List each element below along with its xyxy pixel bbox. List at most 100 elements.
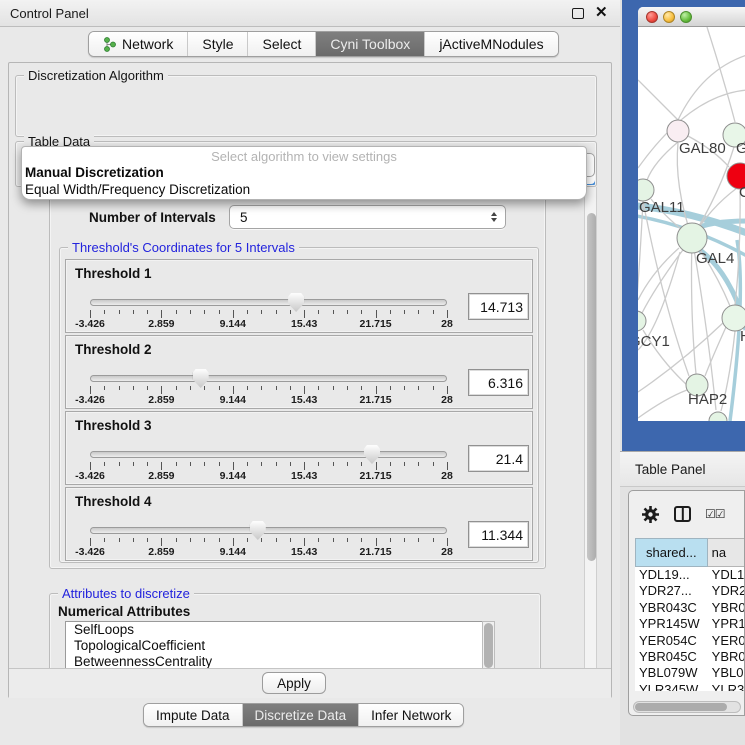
split-view-icon[interactable] [674, 506, 691, 522]
cell-name: YBL0 [708, 665, 745, 681]
dropdown-item-manual-discretization[interactable]: Manual Discretization [22, 165, 586, 182]
table-row[interactable]: YBR043CYBR0 [635, 600, 745, 616]
column-checkboxes-icon[interactable]: ☑☑ [705, 507, 725, 521]
network-icon [103, 37, 116, 52]
algorithm-dropdown-prompt: Select algorithm to view settings [22, 147, 586, 165]
attribute-item[interactable]: SelfLoops [66, 622, 494, 638]
cell-shared-name: YDL19... [635, 567, 708, 583]
cell-shared-name: YPR145W [635, 616, 708, 632]
network-window: GAL80GCGAL11GAL4GCY1HHAP2 [638, 7, 745, 421]
close-icon[interactable]: ✕ [595, 4, 608, 22]
cell-name: YDL1 [708, 567, 745, 583]
table-row[interactable]: YLR345WYLR3 [635, 682, 745, 691]
threshold-value-field[interactable]: 21.4 [468, 445, 529, 472]
numerical-attributes-label: Numerical Attributes [58, 604, 190, 619]
table-row[interactable]: YBL079WYBL0 [635, 665, 745, 681]
threshold-value-field[interactable]: 14.713 [468, 293, 529, 320]
cell-name: YER0 [708, 633, 745, 649]
minimize-traffic-light-icon[interactable] [663, 11, 675, 23]
table-row[interactable]: YPR145WYPR1 [635, 616, 745, 632]
threshold-slider-track[interactable] [90, 375, 447, 382]
tab-impute-data[interactable]: Impute Data [144, 704, 243, 726]
node-label: HAP2 [688, 391, 727, 408]
threshold-label: Threshold 1 [75, 266, 152, 281]
cyni-bottom-tabs: Impute Data Discretize Data Infer Network [143, 703, 464, 727]
network-edge[interactable] [638, 390, 687, 418]
node-label: C [739, 184, 745, 201]
network-node[interactable] [709, 412, 727, 421]
cell-shared-name: YER054C [635, 633, 708, 649]
column-header-name[interactable]: na [708, 538, 745, 567]
scrollbar-thumb[interactable] [635, 703, 727, 711]
number-of-intervals-label: Number of Intervals [89, 210, 216, 225]
threshold-panel-2: Threshold 2-3.4262.8599.14415.4321.71528… [65, 335, 533, 409]
attributes-list-scrollbar[interactable] [482, 621, 495, 670]
close-traffic-light-icon[interactable] [646, 11, 658, 23]
tab-cyni-toolbox[interactable]: Cyni Toolbox [316, 32, 425, 56]
tick-label: 21.715 [360, 546, 392, 558]
numerical-attributes-list[interactable]: SelfLoopsTopologicalCoefficientBetweenne… [65, 621, 495, 670]
table-row[interactable]: YDL19...YDL1 [635, 567, 745, 583]
attribute-item[interactable]: TopologicalCoefficient [66, 638, 494, 654]
tab-infer-network[interactable]: Infer Network [359, 704, 463, 726]
dropdown-item-equal-width-frequency[interactable]: Equal Width/Frequency Discretization [22, 182, 586, 199]
node-label: GCY1 [638, 333, 670, 350]
network-edge[interactable] [647, 142, 678, 180]
cell-name: YBR0 [708, 600, 745, 616]
threshold-label: Threshold 2 [75, 342, 152, 357]
threshold-value-field[interactable]: 11.344 [468, 521, 529, 548]
control-panel: Control Panel ✕ NetworkStyleSelectCyni T… [0, 0, 620, 745]
table-panel-title: Table Panel [635, 462, 706, 477]
combobox-stepper-icon [491, 212, 497, 222]
cell-name: YPR1 [708, 616, 745, 632]
network-edge[interactable] [678, 55, 745, 120]
tick-label: -3.426 [75, 318, 105, 330]
tick-label: -3.426 [75, 470, 105, 482]
threshold-panel-4: Threshold 4-3.4262.8599.14415.4321.71528… [65, 487, 533, 561]
network-edge[interactable] [705, 327, 726, 376]
algorithm-dropdown-popup: Select algorithm to view settings Manual… [21, 146, 587, 200]
tab-jactivemnodules[interactable]: jActiveMNodules [425, 32, 557, 56]
node-label: GAL4 [696, 250, 734, 267]
network-edge[interactable] [638, 80, 678, 120]
cell-shared-name: YBL079W [635, 665, 708, 681]
threshold-value-field[interactable]: 6.316 [468, 369, 529, 396]
gear-icon[interactable] [641, 505, 660, 524]
attributes-group-title: Attributes to discretize [58, 586, 194, 601]
tab-discretize-data[interactable]: Discretize Data [243, 704, 360, 726]
float-window-icon[interactable] [572, 8, 584, 19]
table-row[interactable]: YBR045CYBR0 [635, 649, 745, 665]
threshold-slider-track[interactable] [90, 299, 447, 306]
network-node-gal4[interactable] [677, 223, 707, 253]
tab-style[interactable]: Style [188, 32, 248, 56]
cell-name: YLR3 [708, 682, 745, 691]
settings-scrollbar[interactable] [584, 187, 597, 669]
tab-label: Discretize Data [255, 708, 347, 723]
cell-name: YBR0 [708, 649, 745, 665]
thresholds-group-title: Threshold's Coordinates for 5 Intervals [68, 240, 299, 255]
tick-label: 21.715 [360, 318, 392, 330]
network-node-gcy1[interactable] [638, 311, 646, 331]
network-window-titlebar[interactable] [638, 7, 745, 27]
network-graph[interactable]: GAL80GCGAL11GAL4GCY1HHAP2 [638, 27, 745, 421]
column-header-shared-name[interactable]: shared... [635, 538, 708, 567]
table-row[interactable]: YER054CYER0 [635, 633, 745, 649]
threshold-slider-track[interactable] [90, 527, 447, 534]
table-row[interactable]: YDR27...YDR2 [635, 583, 745, 599]
tab-select[interactable]: Select [248, 32, 316, 56]
number-of-intervals-combobox[interactable]: 5 [229, 205, 506, 229]
zoom-traffic-light-icon[interactable] [680, 11, 692, 23]
scrollbar-thumb[interactable] [587, 213, 596, 561]
tab-network[interactable]: Network [89, 32, 188, 56]
table-rows: YDL19...YDL1YDR27...YDR2YBR043CYBR0YPR14… [635, 567, 745, 691]
table-horizontal-scrollbar[interactable] [633, 701, 741, 713]
discretization-algorithm-group: Discretization Algorithm [15, 75, 597, 137]
network-node-gal11[interactable] [638, 179, 654, 201]
threshold-slider-track[interactable] [90, 451, 447, 458]
scrollbar-thumb[interactable] [484, 623, 493, 668]
table-panel: ☑☑ shared... na YDL19...YDL1YDR27...YDR2… [628, 490, 745, 716]
tab-label: Select [262, 36, 301, 52]
apply-button[interactable]: Apply [262, 672, 326, 694]
network-node-gal80[interactable] [667, 120, 689, 142]
tab-label: Style [202, 36, 233, 52]
